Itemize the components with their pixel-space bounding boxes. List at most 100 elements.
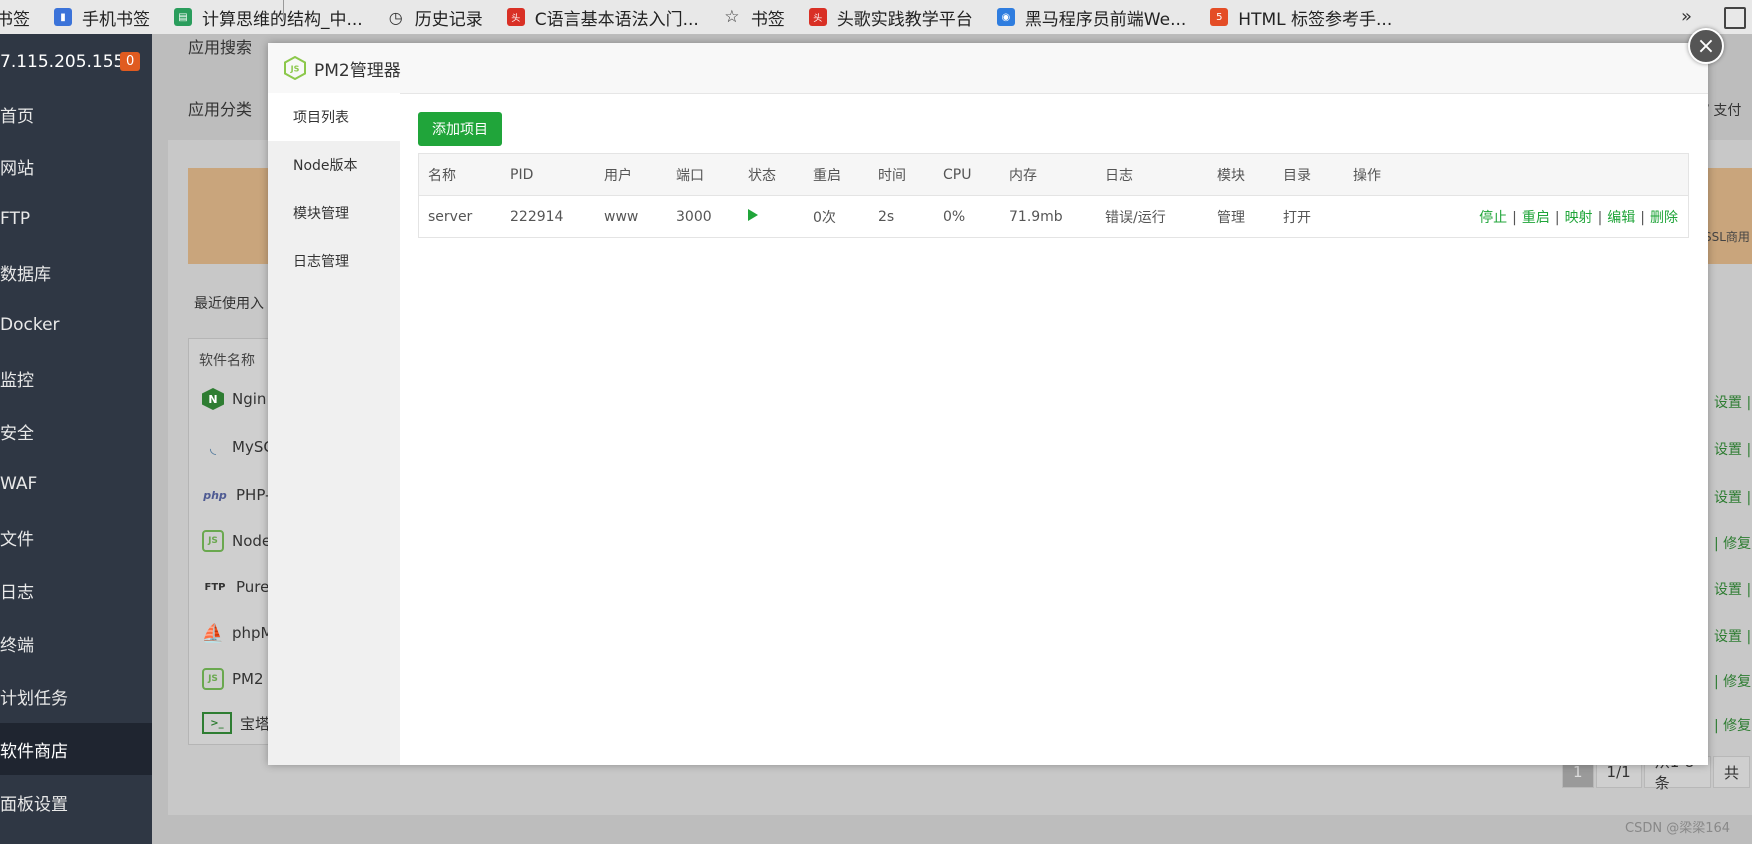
bookmarks-bar: 书签 ▮ 手机书签 ▤ 计算思维的结构_中... ◷ 历史记录 头 C语言基本语… xyxy=(0,0,1752,34)
reading-list-icon[interactable] xyxy=(1724,7,1746,29)
column-header: PID xyxy=(501,153,595,196)
more-bookmarks-button[interactable]: » xyxy=(1681,6,1692,27)
software-row[interactable]: JS Node xyxy=(202,530,271,552)
tab-node-version[interactable]: Node版本 xyxy=(268,141,400,189)
bookmark-item[interactable]: 头 头歌实践教学平台 xyxy=(808,5,973,30)
software-name: Node xyxy=(232,532,272,550)
process-user: www xyxy=(604,208,639,225)
sidebar-item-app-store[interactable]: 软件商店 xyxy=(0,723,152,775)
software-action-link[interactable]: | 修复 xyxy=(1714,715,1751,735)
php-icon: php xyxy=(203,488,227,502)
bookmark-item[interactable]: ◉ 黑马程序员前端We... xyxy=(996,5,1187,30)
column-header: CPU xyxy=(934,153,1000,196)
bookmark-label: 手机书签 xyxy=(82,9,150,30)
sidebar-item-logs[interactable]: 日志 xyxy=(0,564,152,616)
column-header: 操作 xyxy=(1344,153,1689,196)
software-action-link[interactable]: 设置 | xyxy=(1714,439,1751,459)
notification-badge[interactable]: 0 xyxy=(120,52,141,71)
sidebar-item-files[interactable]: 文件 xyxy=(0,511,152,563)
dialog-title: PM2管理器 xyxy=(314,60,401,81)
sidebar-item-ftp[interactable]: FTP xyxy=(0,193,152,245)
process-port[interactable]: 3000 xyxy=(667,196,739,238)
sidebar-item-waf[interactable]: WAF xyxy=(0,458,152,510)
app-category-label: 应用分类 xyxy=(188,100,253,119)
bookmark-label: HTML 标签参考手... xyxy=(1238,9,1393,30)
column-header: 名称 xyxy=(418,153,501,196)
recent-used-label: 最近使用入 xyxy=(194,296,264,312)
software-action-link[interactable]: | 修复 xyxy=(1714,671,1751,691)
software-action-link[interactable]: 设置 | xyxy=(1714,626,1751,646)
app-search-input[interactable] xyxy=(283,0,614,20)
phpmyadmin-icon: ⛵ xyxy=(201,622,225,644)
process-pid: 222914 xyxy=(510,208,564,225)
server-ip: 7.115.205.155 xyxy=(0,52,125,72)
software-name: PHP- xyxy=(236,486,271,504)
bookmark-label: 头歌实践教学平台 xyxy=(836,9,973,30)
column-header: 重启 xyxy=(804,153,869,196)
column-header: 用户 xyxy=(595,153,667,196)
software-row[interactable]: JS PM2 xyxy=(202,668,264,690)
software-action-link[interactable]: 设置 | xyxy=(1714,392,1751,412)
process-name[interactable]: server xyxy=(419,196,502,238)
log-link[interactable]: 错误/运行 xyxy=(1096,196,1208,238)
process-memory: 71.9mb xyxy=(1009,208,1063,225)
sidebar-item-database[interactable]: 数据库 xyxy=(0,246,152,298)
software-action-link[interactable]: | 修复 xyxy=(1714,533,1751,553)
close-icon[interactable]: × xyxy=(1688,28,1724,64)
software-action-link[interactable]: 设置 | xyxy=(1714,487,1751,507)
tab-module-management[interactable]: 模块管理 xyxy=(268,189,400,237)
phone-bookmark-icon: ▮ xyxy=(54,8,72,26)
restart-link[interactable]: 重启 xyxy=(1522,210,1550,226)
sidebar-item-docker[interactable]: Docker xyxy=(0,299,152,351)
bookmark-label: 书签 xyxy=(750,9,785,30)
edit-link[interactable]: 编辑 xyxy=(1607,210,1635,226)
html5-icon: 5 xyxy=(1210,8,1229,26)
software-row[interactable]: N Ngin xyxy=(202,388,266,410)
software-name-header: 软件名称 xyxy=(199,353,255,369)
column-header: 日志 xyxy=(1096,153,1208,196)
bookmark-item[interactable]: ☆ 书签 xyxy=(723,5,785,30)
pm2-manager-dialog: JS PM2管理器 项目列表 Node版本 模块管理 日志管理 添加项目 名称 … xyxy=(268,43,1708,765)
software-action-link[interactable]: 设置 | xyxy=(1714,579,1751,599)
sidebar-item-website[interactable]: 网站 xyxy=(0,140,152,192)
column-header: 状态 xyxy=(739,153,804,196)
software-row[interactable]: php PHP- xyxy=(202,484,270,506)
sidebar-item-panel-settings[interactable]: 面板设置 xyxy=(0,776,152,828)
bookmark-label: 黑马程序员前端We... xyxy=(1024,9,1187,30)
sidebar-item-home[interactable]: 首页 xyxy=(0,88,152,140)
sidebar-item-cron[interactable]: 计划任务 xyxy=(0,670,152,722)
software-row[interactable]: FTP Pure- xyxy=(202,576,275,598)
sidebar-item-monitor[interactable]: 监控 xyxy=(0,352,152,404)
toutiao-icon: 头 xyxy=(808,8,827,26)
bookmark-label: 书签 xyxy=(0,9,30,30)
module-link[interactable]: 管理 xyxy=(1208,196,1274,238)
process-uptime: 2s xyxy=(878,208,895,225)
bookmark-item[interactable]: 书签 xyxy=(0,5,30,30)
page-total: 共 xyxy=(1712,756,1750,788)
column-header: 端口 xyxy=(667,153,739,196)
software-row[interactable]: ⛵ phpM xyxy=(202,622,274,644)
tab-log-management[interactable]: 日志管理 xyxy=(268,237,400,285)
process-restarts: 0次 xyxy=(813,209,836,226)
tab-project-list[interactable]: 项目列表 xyxy=(268,93,400,141)
column-header: 目录 xyxy=(1274,153,1344,196)
open-dir-link[interactable]: 打开 xyxy=(1274,196,1344,238)
stop-link[interactable]: 停止 xyxy=(1479,210,1507,226)
map-link[interactable]: 映射 xyxy=(1565,210,1593,226)
process-ops: 停止 | 重启 | 映射 | 编辑 | 删除 xyxy=(1479,209,1678,226)
bookmark-item[interactable]: ▮ 手机书签 xyxy=(54,5,150,30)
process-status[interactable] xyxy=(739,196,804,238)
delete-link[interactable]: 删除 xyxy=(1650,210,1678,226)
software-row[interactable]: ◟ MySC xyxy=(202,436,274,458)
sidebar-item-terminal[interactable]: 终端 xyxy=(0,617,152,669)
bookmark-item[interactable]: 5 HTML 标签参考手... xyxy=(1210,5,1392,30)
running-play-icon xyxy=(748,208,758,221)
watermark: CSDN @梁梁164 xyxy=(1625,821,1731,836)
terminal-icon: >_ xyxy=(202,712,232,734)
sidebar-item-security[interactable]: 安全 xyxy=(0,405,152,457)
add-project-button[interactable]: 添加项目 xyxy=(418,112,502,146)
column-header: 模块 xyxy=(1208,153,1274,196)
mysql-icon: ◟ xyxy=(209,437,217,457)
svg-text:JS: JS xyxy=(290,65,300,74)
table-header-row: 名称 PID 用户 端口 状态 重启 时间 CPU 内存 日志 模块 目录 操作 xyxy=(418,153,1689,196)
